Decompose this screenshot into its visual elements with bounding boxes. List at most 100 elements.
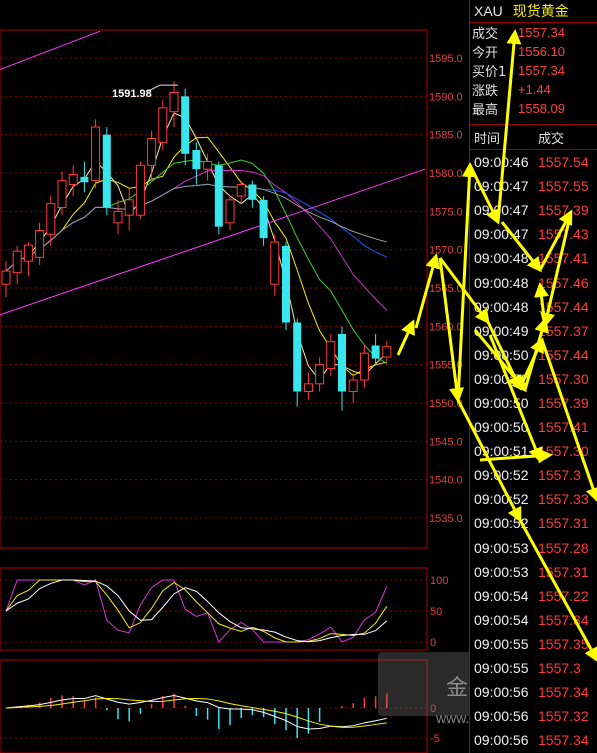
- tick-price: 1557.34: [538, 732, 589, 749]
- macd-y-tick: -5: [430, 733, 440, 745]
- tick-time: 09:00:48: [474, 250, 529, 267]
- tick-price: 1557.41: [538, 250, 589, 267]
- candle-body: [113, 210, 123, 224]
- candle-body: [1, 270, 11, 285]
- osc-y-tick: 50: [430, 606, 442, 618]
- tick-time: 09:00:51: [474, 443, 529, 460]
- candle-body: [382, 346, 392, 358]
- tick-price: 1557.41: [538, 419, 589, 436]
- tick-time: 09:00:55: [474, 660, 529, 677]
- tick-time: 09:00:50: [474, 419, 529, 436]
- candle-body: [147, 138, 157, 166]
- tick-price: 1557.31: [538, 563, 589, 580]
- tick-row: 09:00:51 1557.30: [470, 439, 597, 463]
- tick-row: 09:00:48 1557.46: [470, 270, 597, 294]
- candle-body: [12, 250, 22, 274]
- y-tick-label: 1595.0: [429, 53, 463, 65]
- tick-time: 09:00:52: [474, 515, 529, 532]
- tick-time: 09:00:50: [474, 346, 529, 363]
- candle-body: [348, 379, 358, 392]
- candle-body: [225, 199, 235, 224]
- candle-body: [35, 230, 45, 258]
- quote-label: 买价1: [472, 65, 507, 80]
- candle-body: [203, 161, 213, 170]
- tick-row: 09:00:48 1557.41: [470, 246, 597, 270]
- tick-time: 09:00:55: [474, 635, 529, 652]
- quote-label: 最高: [472, 103, 499, 118]
- candle-body: [102, 134, 111, 208]
- kline-chart: 1591.98 1595.0 1590.0 1585.0 1580.0 1575.0 15…: [0, 0, 469, 753]
- candle-body: [270, 241, 280, 285]
- tick-price: 1557.30: [538, 370, 589, 387]
- high-annotation: 1591.98: [112, 88, 152, 100]
- tick-time: 09:00:47: [474, 226, 529, 243]
- quote-value: 1556.10: [518, 44, 565, 59]
- tick-price: 1557.33: [538, 491, 589, 508]
- candle: [214, 161, 223, 235]
- candle: [158, 100, 168, 150]
- candle-body: [80, 176, 89, 183]
- tick-price: 1557.37: [538, 322, 589, 339]
- osc-y-tick: 100: [430, 575, 448, 587]
- quote-summary: 成交 1557.34 今开 1556.10 买价1 1557.34 涨跌 +1.44 最高 155…: [470, 23, 597, 118]
- tick-price: 1557.3: [538, 467, 581, 484]
- tick-price: 1557.55: [538, 178, 589, 195]
- candle-body: [259, 199, 268, 239]
- tick-time: 09:00:52: [474, 491, 529, 508]
- tick-row: 09:00:55 1557.35: [470, 632, 597, 656]
- y-tick-label: 1585.0: [429, 130, 463, 142]
- quote-panel: XAU 现货黄金 成交 1557.34 今开 1556.10 买价1 1557.34 涨跌 +…: [469, 0, 597, 753]
- quote-value: 1557.34: [518, 63, 565, 78]
- quote-row: 最高 1558.09: [470, 99, 597, 118]
- y-tick-label: 1570.0: [429, 245, 463, 257]
- quote-header: XAU 现货黄金: [470, 0, 597, 23]
- y-tick-label: 1540.0: [429, 475, 463, 487]
- osc-y-tick: 0: [430, 637, 436, 649]
- y-tick-label: 1545.0: [429, 436, 463, 448]
- tick-list[interactable]: 09:00:46 1557.54 09:00:47 1557.55 09:00:47 15…: [470, 150, 597, 752]
- tick-price: 1557.35: [538, 635, 589, 652]
- tick-time: 09:00:50: [474, 394, 529, 411]
- candle-body: [236, 184, 246, 197]
- tick-row: 09:00:47 1557.43: [470, 222, 597, 246]
- tick-row: 09:00:47 1557.39: [470, 198, 597, 222]
- tick-row: 09:00:50 1557.41: [470, 415, 597, 439]
- candle: [135, 161, 145, 219]
- y-tick-label: 1550.0: [429, 398, 463, 410]
- candle-body: [359, 352, 369, 381]
- tick-price: 1557.46: [538, 274, 589, 291]
- candle-body: [158, 107, 168, 143]
- tick-row: 09:00:56 1557.32: [470, 704, 597, 728]
- tick-time: 09:00:56: [474, 684, 529, 701]
- candle: [102, 127, 111, 216]
- quote-row: 今开 1556.10: [470, 42, 597, 61]
- tick-price: 1557.39: [538, 394, 589, 411]
- tick-row: 09:00:56 1557.34: [470, 680, 597, 704]
- y-tick-label: 1575.0: [429, 206, 463, 218]
- tick-price: 1557.43: [538, 226, 589, 243]
- y-tick-label: 1565.0: [429, 283, 463, 295]
- candle: [181, 88, 190, 166]
- tick-row: 09:00:50 1557.39: [470, 391, 597, 415]
- tick-price: 1557.3: [538, 660, 581, 677]
- tick-time: 09:00:48: [474, 274, 529, 291]
- tick-time: 09:00:47: [474, 202, 529, 219]
- candle-body: [248, 184, 257, 200]
- candle-body: [326, 341, 336, 369]
- candle-body: [57, 180, 67, 209]
- candle-body: [68, 174, 78, 186]
- ticks-price-header: 成交: [538, 131, 565, 147]
- quote-value: 1558.09: [518, 101, 565, 116]
- tick-price: 1557.34: [538, 611, 589, 628]
- candle-body: [293, 322, 302, 392]
- tick-price: 1557.39: [538, 202, 589, 219]
- tick-price: 1557.28: [538, 539, 589, 556]
- quote-row: 买价1 1557.34: [470, 61, 597, 80]
- ticks-time-header: 时间: [474, 131, 501, 147]
- candle-body: [46, 203, 56, 235]
- tick-price: 1557.54: [538, 154, 589, 171]
- tick-row: 09:00:54 1557.22: [470, 584, 597, 608]
- candle-body: [124, 199, 134, 216]
- y-tick-label: 1560.0: [429, 321, 463, 333]
- tick-row: 09:00:49 1557.37: [470, 319, 597, 343]
